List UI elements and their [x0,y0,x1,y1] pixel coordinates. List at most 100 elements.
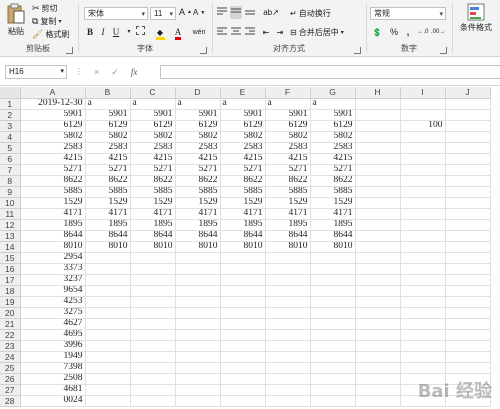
cell-e14[interactable]: 8010 [220,241,266,253]
cell-b25[interactable] [85,362,131,374]
cell-b7[interactable]: 5271 [85,164,131,176]
cell-i8[interactable] [400,175,446,187]
row-header[interactable]: 1 [0,98,21,110]
cell-j6[interactable] [445,153,491,165]
cell-b15[interactable] [85,252,131,264]
cell-b21[interactable] [85,318,131,330]
cell-i6[interactable] [400,153,446,165]
cell-g24[interactable] [310,351,356,363]
align-top-button[interactable] [216,6,228,19]
cell-f8[interactable]: 8622 [265,175,311,187]
cell-e1[interactable]: a [220,98,266,110]
cell-e17[interactable] [220,274,266,286]
cell-i5[interactable] [400,142,446,154]
align-middle-button[interactable] [230,6,242,19]
cell-b6[interactable]: 4215 [85,153,131,165]
cell-j15[interactable] [445,252,491,264]
cell-h25[interactable] [355,362,401,374]
cell-e23[interactable] [220,340,266,352]
cell-a7[interactable]: 5271 [20,164,86,176]
cell-d6[interactable]: 4215 [175,153,221,165]
cell-i12[interactable] [400,219,446,231]
insert-function-icon[interactable]: fx [131,67,138,77]
comma-button[interactable]: , [402,26,414,39]
cell-a21[interactable]: 4627 [20,318,86,330]
cell-c10[interactable]: 1529 [130,197,176,209]
cancel-icon[interactable]: × [94,67,99,77]
cell-f21[interactable] [265,318,311,330]
cell-g23[interactable] [310,340,356,352]
cell-i25[interactable] [400,362,446,374]
cell-a27[interactable]: 4681 [20,384,86,396]
paste-button[interactable]: 粘贴 [6,3,26,37]
cell-d12[interactable]: 1895 [175,219,221,231]
column-header-d[interactable]: D [175,87,221,99]
cell-g4[interactable]: 5802 [310,131,356,143]
font-family-select[interactable]: 宋体 ▾ [84,7,148,20]
column-header-g[interactable]: G [310,87,356,99]
cell-d5[interactable]: 2583 [175,142,221,154]
cell-f11[interactable]: 4171 [265,208,311,220]
cell-f26[interactable] [265,373,311,385]
cell-g2[interactable]: 5901 [310,109,356,121]
cell-h16[interactable] [355,263,401,275]
currency-button[interactable]: 💲 [370,26,384,39]
cell-h27[interactable] [355,384,401,396]
font-launcher-icon[interactable] [200,47,207,54]
cell-d2[interactable]: 5901 [175,109,221,121]
cell-i13[interactable] [400,230,446,242]
confirm-icon[interactable]: ✓ [111,67,119,78]
number-launcher-icon[interactable] [440,47,447,54]
cell-g21[interactable] [310,318,356,330]
cell-a19[interactable]: 4253 [20,296,86,308]
cell-i14[interactable] [400,241,446,253]
cell-b5[interactable]: 2583 [85,142,131,154]
cell-d15[interactable] [175,252,221,264]
cell-j17[interactable] [445,274,491,286]
row-header[interactable]: 22 [0,329,21,341]
wrap-text-button[interactable]: ↵ 自动换行 [290,8,331,19]
cell-d21[interactable] [175,318,221,330]
cell-g22[interactable] [310,329,356,341]
cell-b3[interactable]: 6129 [85,120,131,132]
cell-e5[interactable]: 2583 [220,142,266,154]
cell-c4[interactable]: 5802 [130,131,176,143]
cell-d27[interactable] [175,384,221,396]
cell-h24[interactable] [355,351,401,363]
cell-h21[interactable] [355,318,401,330]
cut-button[interactable]: ✂ 剪切 [32,3,58,14]
cell-d18[interactable] [175,285,221,297]
cell-c15[interactable] [130,252,176,264]
grow-font-button[interactable]: A ▲ [179,7,192,17]
cell-i20[interactable] [400,307,446,319]
align-center-button[interactable] [230,26,242,39]
row-header[interactable]: 26 [0,373,21,385]
cell-a8[interactable]: 8622 [20,175,86,187]
row-header[interactable]: 27 [0,384,21,396]
cell-e24[interactable] [220,351,266,363]
cell-e28[interactable] [220,395,266,407]
cell-c14[interactable]: 8010 [130,241,176,253]
format-painter-button[interactable]: 🖌 格式刷 [32,29,69,40]
cell-h1[interactable] [355,98,401,110]
cell-b18[interactable] [85,285,131,297]
cell-e15[interactable] [220,252,266,264]
cell-a16[interactable]: 3373 [20,263,86,275]
cell-b19[interactable] [85,296,131,308]
cell-g15[interactable] [310,252,356,264]
cell-b24[interactable] [85,351,131,363]
cell-f24[interactable] [265,351,311,363]
cell-d14[interactable]: 8010 [175,241,221,253]
formula-input[interactable] [160,65,500,79]
column-header-f[interactable]: F [265,87,311,99]
cell-d1[interactable]: a [175,98,221,110]
cell-g5[interactable]: 2583 [310,142,356,154]
cell-b23[interactable] [85,340,131,352]
row-header[interactable]: 18 [0,285,21,297]
column-header-c[interactable]: C [130,87,176,99]
cell-d11[interactable]: 4171 [175,208,221,220]
cell-i17[interactable] [400,274,446,286]
italic-button[interactable]: I [97,26,109,39]
cell-h26[interactable] [355,373,401,385]
cell-g26[interactable] [310,373,356,385]
